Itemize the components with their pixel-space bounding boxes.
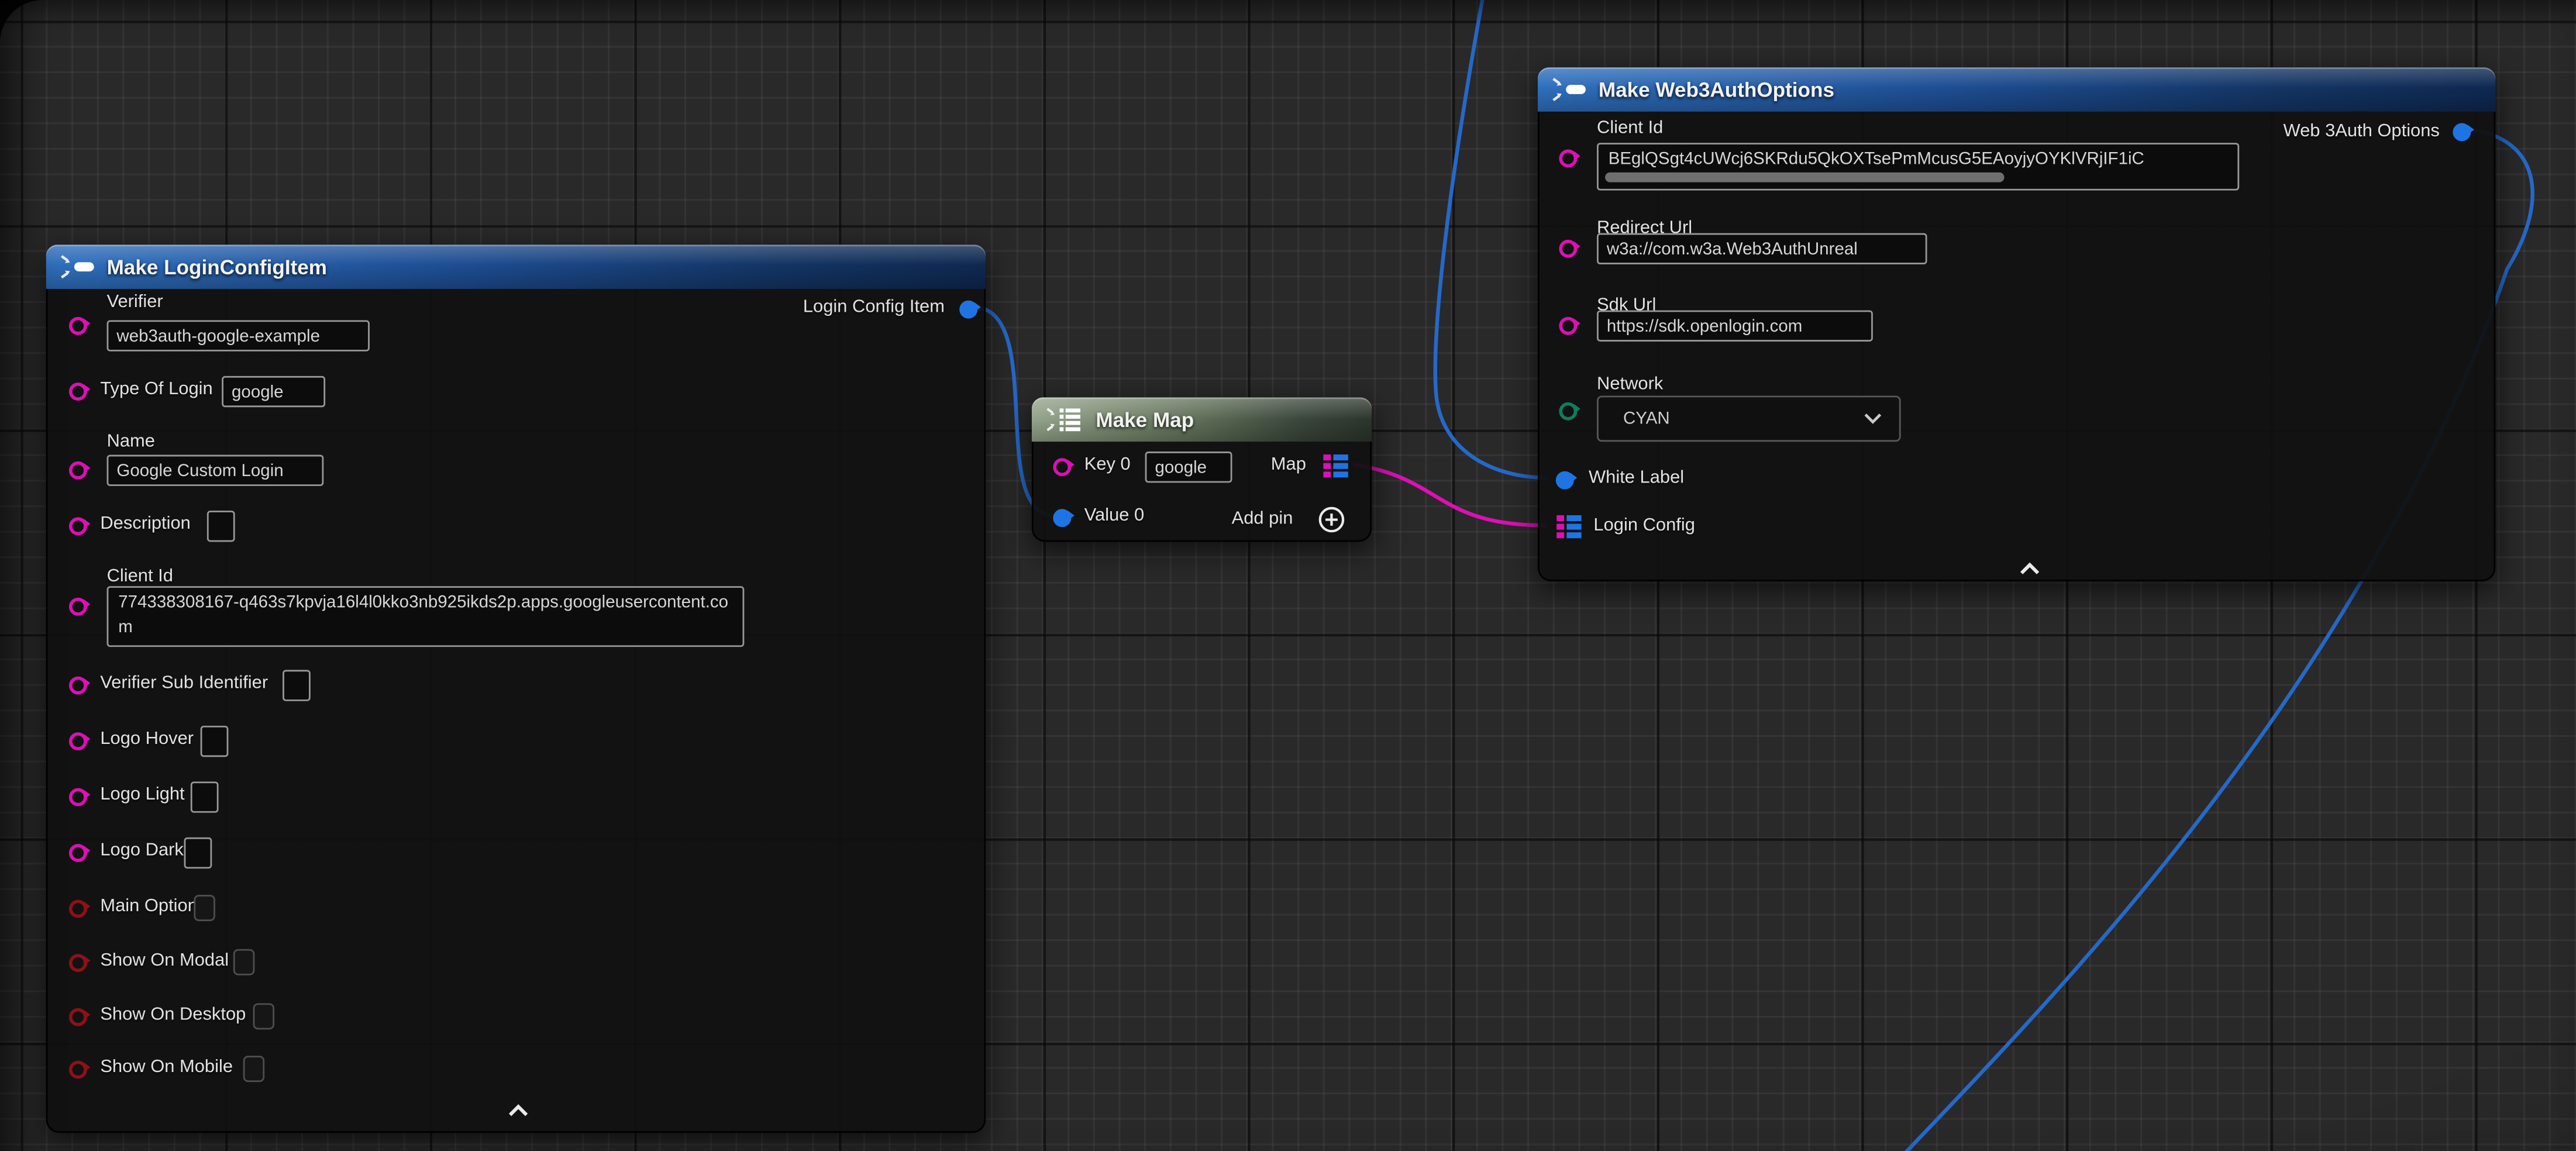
network-dropdown[interactable]: CYAN [1597,396,1901,442]
pin-map-output[interactable] [1323,453,1349,480]
client-id-input[interactable]: 774338308167-q463s7kpvja16l4l0kko3nb925i… [107,586,745,647]
client-id-input[interactable]: BEglQSgt4cUWcj6SKRdu5QkOXTsePmMcusG5EAoy… [1597,143,2239,190]
node-header-make-web3authoptions[interactable]: Make Web3AuthOptions [1538,67,2495,112]
show-on-modal-checkbox[interactable] [233,949,255,976]
node-title: Make Map [1096,408,1194,431]
pin-type-of-login[interactable] [68,382,87,400]
pin-client-id[interactable] [1558,149,1576,167]
pin-name[interactable] [68,460,87,478]
pin-label-login-config: Login Config [1593,516,1695,537]
blueprint-canvas[interactable]: Make LoginConfigItem Login Config Item V… [0,0,2576,1151]
pin-login-config[interactable] [1556,514,1582,540]
pin-label-show-on-desktop: Show On Desktop [100,1005,246,1026]
pin-sdk-url[interactable] [1558,316,1576,334]
output-pin-label: Login Config Item [803,297,945,318]
pin-show-on-mobile[interactable] [68,1060,87,1078]
pin-label-verifier-sub-identifier: Verifier Sub Identifier [100,673,268,694]
pin-logo-hover[interactable] [68,732,87,750]
pin-label-logo-light: Logo Light [100,785,184,806]
pin-label-client-id: Client Id [107,567,173,588]
pin-description[interactable] [68,516,87,535]
blueprint-editor-viewport: Make LoginConfigItem Login Config Item V… [0,0,2576,1151]
pin-label-key-0: Key 0 [1084,455,1131,476]
logo-light-input[interactable] [191,781,219,812]
pin-label-show-on-modal: Show On Modal [100,950,229,971]
collapse-node-button[interactable] [2006,559,2052,578]
node-title: Make LoginConfigItem [107,256,327,278]
node-header-make-loginconfigitem[interactable]: Make LoginConfigItem [46,244,986,289]
node-header-make-map[interactable]: Make Map [1032,397,1372,442]
pin-label-logo-dark: Logo Dark [100,840,184,861]
sdk-url-input[interactable]: https://sdk.openlogin.com [1597,311,1873,342]
chevron-up-icon [2017,561,2041,576]
show-on-desktop-checkbox[interactable] [253,1003,275,1029]
network-dropdown-value: CYAN [1623,409,1670,429]
pin-label-type-of-login: Type Of Login [100,380,212,401]
pin-value-0[interactable] [1052,508,1070,526]
main-option-checkbox[interactable] [194,895,215,921]
pin-logo-dark[interactable] [68,843,87,861]
pin-web3auth-options-output[interactable] [2452,122,2470,140]
logo-hover-input[interactable] [201,726,229,757]
pin-verifier[interactable] [68,316,87,334]
name-input[interactable]: Google Custom Login [107,455,324,486]
pin-label-description: Description [100,514,191,535]
pin-label-white-label: White Label [1589,468,1684,489]
collapse-node-button[interactable] [494,1100,540,1120]
pin-label-verifier: Verifier [107,292,163,313]
pin-label-name: Name [107,432,155,453]
make-struct-icon [61,254,95,279]
output-pin-label-map: Map [1271,455,1306,476]
key-0-input[interactable]: google [1145,452,1232,483]
pin-label-logo-hover: Logo Hover [100,729,194,750]
description-input[interactable] [207,511,235,542]
logo-dark-input[interactable] [184,838,212,869]
pin-show-on-modal[interactable] [68,953,87,971]
output-pin-label: Web 3Auth Options [2284,122,2440,143]
redirect-url-input[interactable]: w3a://com.w3a.Web3AuthUnreal [1597,233,1927,264]
chevron-up-icon [505,1102,530,1117]
pin-network[interactable] [1558,401,1576,419]
client-id-horizontal-scrollbar[interactable] [1605,173,2005,182]
wire-top-to-whitelabel[interactable] [1435,0,1548,478]
node-make-web3authoptions[interactable]: Make Web3AuthOptions Web 3Auth Options C… [1538,67,2495,581]
plus-circle-icon [1318,506,1346,534]
type-of-login-input[interactable]: google [222,376,325,407]
show-on-mobile-checkbox[interactable] [243,1056,265,1082]
pin-label-show-on-mobile: Show On Mobile [100,1057,233,1078]
pin-login-config-item-output[interactable] [959,299,977,318]
pin-label-network: Network [1597,374,1663,395]
add-pin-button[interactable] [1318,506,1346,534]
pin-redirect-url[interactable] [1558,239,1576,257]
add-pin-label: Add pin [1232,509,1293,530]
node-make-map[interactable]: Make Map Key 0 google Map Value 0 Add pi… [1032,397,1372,542]
make-map-container-icon [1046,407,1084,432]
pin-label-main-option: Main Option [100,897,198,918]
verifier-input[interactable]: web3auth-google-example [107,320,370,351]
map-pin-icon [1556,514,1582,540]
pin-show-on-desktop[interactable] [68,1007,87,1025]
node-title: Make Web3AuthOptions [1599,78,1834,101]
pin-label-value-0: Value 0 [1084,506,1145,527]
map-pin-icon [1323,453,1349,480]
pin-white-label[interactable] [1555,470,1573,488]
pin-logo-light[interactable] [68,787,87,805]
verifier-sub-identifier-input[interactable] [283,670,311,701]
pin-key-0[interactable] [1052,457,1070,475]
client-id-text: BEglQSgt4cUWcj6SKRdu5QkOXTsePmMcusG5EAoy… [1609,149,2144,169]
pin-verifier-sub-identifier[interactable] [68,676,87,694]
chevron-down-icon [1863,412,1883,425]
pin-client-id[interactable] [68,597,87,615]
make-struct-icon [1552,77,1587,102]
pin-main-option[interactable] [68,899,87,917]
node-make-loginconfigitem[interactable]: Make LoginConfigItem Login Config Item V… [46,244,986,1133]
pin-label-client-id: Client Id [1597,118,1663,139]
